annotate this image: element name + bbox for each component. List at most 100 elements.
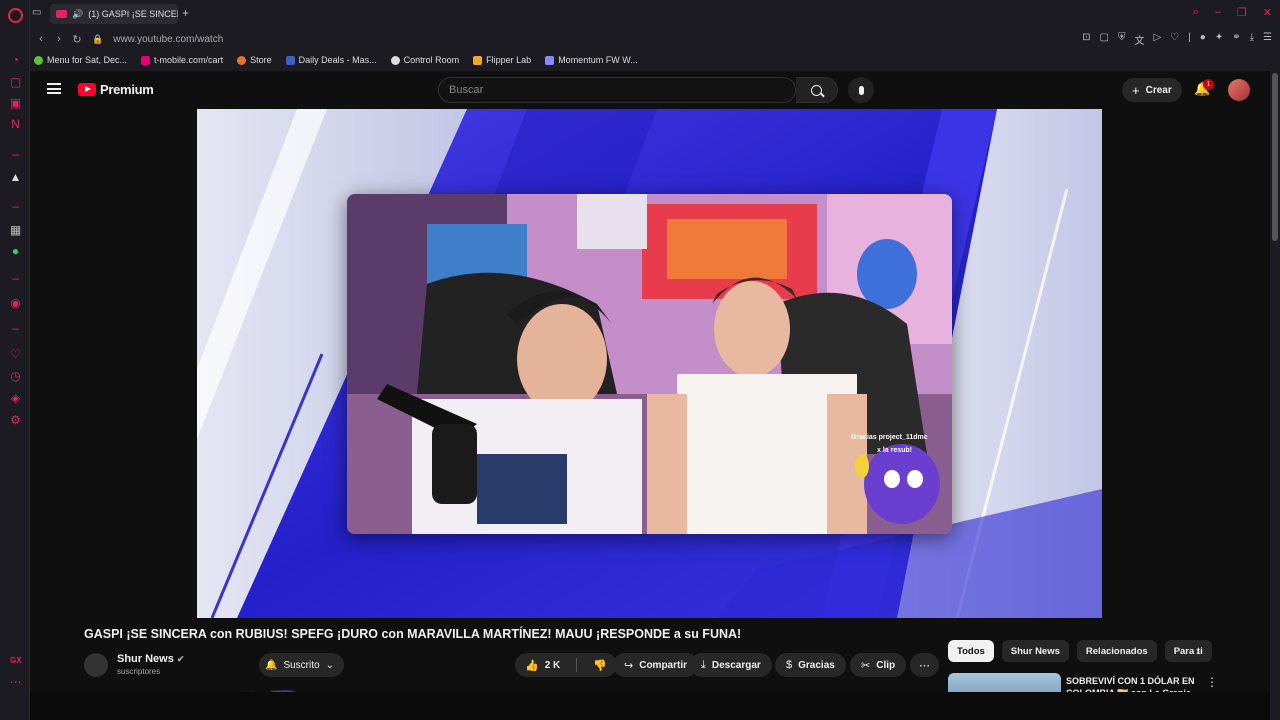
speaker-icon[interactable]: 🔊 [72,9,83,20]
easy-files-icon[interactable]: ☰ [1263,32,1272,47]
video-player[interactable]: Gracias project_11dmc x la resub! [197,109,1102,618]
workspaces-icon[interactable]: ▭ [32,7,41,18]
lock-icon[interactable]: 🔒 [92,34,103,45]
news-icon[interactable]: N [9,118,22,131]
channel-subscribers: suscriptores [117,667,161,676]
bookmarks-bar: Menu for Sat, Dec... t-mobile.com/cart S… [30,50,1280,70]
player-icon[interactable]: ▷ [1154,32,1162,47]
aria-icon[interactable]: ▲ [9,171,22,184]
extensions-icon[interactable]: ◈ [9,392,22,405]
divider-icon: – [12,147,19,161]
youtube-play-icon [78,83,96,96]
calendar-icon[interactable]: ▦ [9,224,22,237]
bookmark-favicon-icon [237,55,247,65]
media-icon[interactable]: ▣ [9,97,22,110]
translate-icon[interactable]: 文 [1135,32,1145,47]
stream-video-frame: Gracias project_11dmc x la resub! [347,194,952,534]
plus-icon: + [1132,82,1140,98]
menu-icon[interactable] [47,83,61,94]
notifications-badge: 1 [1203,79,1214,90]
easy-setup-icon[interactable]: ⚭ [1232,32,1240,47]
maximize-icon[interactable]: ❐ [1237,6,1247,19]
chevron-down-icon: ⌄ [325,659,334,671]
settings-icon[interactable]: ⚙ [9,414,22,427]
like-separator [576,658,578,672]
download-icon[interactable]: ⤓ [1250,32,1254,47]
heart-icon[interactable]: ♡ [9,348,22,361]
search-button[interactable] [796,77,838,103]
messenger-icon[interactable]: ◔ [9,54,22,67]
bookmark-item[interactable]: Control Room [390,55,459,65]
bookmark-item[interactable]: Flipper Lab [473,55,531,65]
account-icon[interactable]: ● [1200,32,1206,47]
download-button[interactable]: ⤓ Descargar [690,653,772,677]
voice-search-button[interactable] [848,77,874,103]
download-icon: ⤓ [701,658,706,671]
chat-overlay-line: Gracias project_11dmc [851,434,928,441]
chevron-right-icon[interactable]: › [1196,644,1200,658]
logo-text: Premium [100,82,154,97]
subscribed-button[interactable]: 🔔 Suscrito ⌄ [259,653,344,677]
tab-title: (1) GASPI ¡SE SINCERA [88,9,178,19]
opera-logo-icon[interactable] [8,8,23,23]
player-icon[interactable]: ◉ [9,297,22,310]
close-icon[interactable]: ✕ [1263,6,1272,19]
twitch-icon[interactable]: ▢ [9,76,22,89]
vpn-icon[interactable]: ⛨ [1118,32,1126,47]
more-horizontal-icon: ⋯ [919,659,930,672]
recommendation-chips: Todos Shur News Relacionados Para ti [948,640,1212,662]
share-button[interactable]: ↪ Compartir [613,653,699,677]
more-actions-button[interactable]: ⋯ [910,653,939,677]
reload-icon[interactable]: ↻ [68,33,86,46]
snapshot-icon[interactable]: ▢ [1100,32,1109,47]
page-scrollbar[interactable] [1270,71,1280,720]
thumbs-up-icon: 👍 [525,659,539,672]
bookmark-favicon-icon [545,55,555,65]
thumbs-down-icon: 👎 [593,659,607,672]
back-icon[interactable]: ‹ [32,33,50,45]
pin-icon[interactable]: ⊡ [1082,32,1090,47]
chip-todos[interactable]: Todos [948,640,994,662]
tab-bar: ▭ 🔊 (1) GASPI ¡SE SINCERA + ⌕ – ❐ ✕ [30,0,1280,28]
account-avatar[interactable] [1228,79,1250,101]
bookmark-item[interactable]: Menu for Sat, Dec... [34,55,127,65]
search-tabs-icon[interactable]: ⌕ [1193,6,1199,19]
url-field[interactable]: www.youtube.com/watch [113,34,223,45]
verified-icon: ✔ [176,654,185,664]
bookmark-item[interactable]: Store [237,55,272,65]
chat-overlay-line: x la resub! [877,447,913,454]
search-icon [811,84,822,96]
more-vertical-icon[interactable]: ⋮ [1206,675,1218,689]
bookmark-favicon-icon [473,55,483,65]
bookmark-item[interactable]: t-mobile.com/cart [141,55,223,65]
search-input[interactable] [439,78,795,102]
minimize-icon[interactable]: – [1215,6,1221,19]
create-button[interactable]: + Crear [1122,78,1182,102]
new-tab-button[interactable]: + [182,6,189,20]
history-icon[interactable]: ◷ [9,370,22,383]
channel-name[interactable]: Shur News ✔ [117,653,184,665]
bookmark-heart-icon[interactable]: ♡ [1170,32,1179,47]
youtube-logo[interactable]: Premium [78,82,154,97]
chip-relacionados[interactable]: Relacionados [1076,640,1157,662]
channel-avatar[interactable] [84,653,108,677]
gx-label: GX [10,656,22,665]
clip-button[interactable]: ✂ Clip [850,653,907,677]
whatsapp-icon[interactable]: ● [9,245,22,258]
more-icon[interactable]: ⋯ [9,676,22,689]
like-button[interactable]: 👍 2 K [515,653,570,677]
divider-icon: | [1188,32,1191,43]
scissors-icon: ✂ [861,659,871,672]
scrollbar-thumb[interactable] [1272,73,1278,241]
tab-youtube[interactable]: 🔊 (1) GASPI ¡SE SINCERA [50,4,178,24]
chip-shur-news[interactable]: Shur News [1001,640,1069,662]
bookmark-item[interactable]: Daily Deals - Mas... [285,55,377,65]
forward-icon[interactable]: › [50,33,68,45]
address-bar: ‹ › ↻ 🔒 www.youtube.com/watch ⊡ ▢ ⛨ 文 ▷ … [30,28,1280,50]
extensions-icon[interactable]: ✦ [1215,32,1223,47]
chip-para-ti[interactable]: Para ti [1164,640,1212,662]
thanks-button[interactable]: $ Gracias [775,653,846,677]
search-box [438,77,796,103]
bookmark-item[interactable]: Momentum FW W... [545,55,638,65]
dislike-button[interactable]: 👎 [583,653,617,677]
